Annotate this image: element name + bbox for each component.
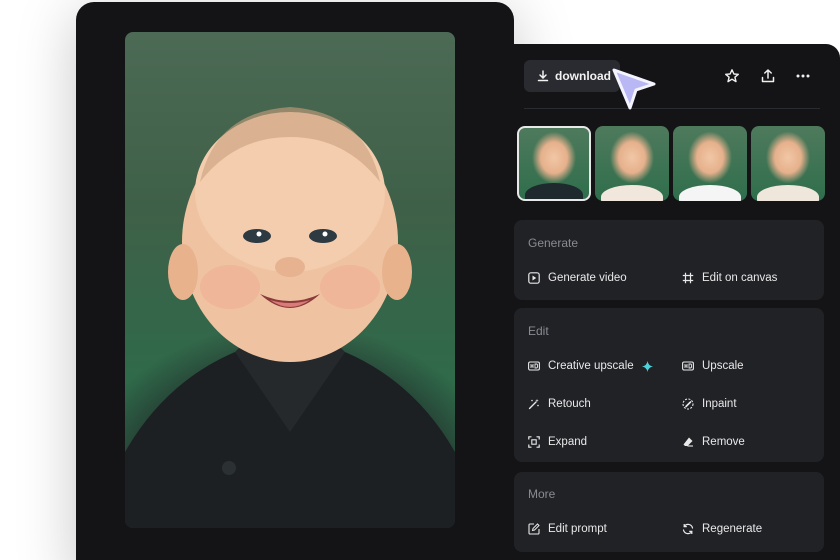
edit-on-canvas-label: Edit on canvas	[702, 272, 778, 284]
retouch-button[interactable]: Retouch	[528, 396, 591, 412]
creative-upscale-button[interactable]: Creative upscale	[528, 358, 653, 374]
star-icon[interactable]	[722, 66, 742, 86]
remove-label: Remove	[702, 436, 745, 448]
download-button[interactable]: download	[524, 60, 620, 92]
retouch-label: Retouch	[548, 398, 591, 410]
sparkle-icon	[641, 360, 653, 372]
edit-prompt-label: Edit prompt	[548, 523, 607, 535]
upscale-label: Upscale	[702, 360, 744, 372]
actions-panel: download Generate Generate video Edit on…	[514, 44, 840, 560]
creative-upscale-label: Creative upscale	[548, 360, 634, 372]
section-title-generate: Generate	[528, 236, 579, 250]
edit-prompt-button[interactable]: Edit prompt	[528, 521, 607, 537]
expand-button[interactable]: Expand	[528, 434, 587, 450]
upscale-button[interactable]: Upscale	[682, 358, 744, 374]
magic-wand-icon	[528, 398, 540, 410]
inpaint-brush-icon	[682, 398, 694, 410]
generate-video-button[interactable]: Generate video	[528, 270, 627, 286]
toolbar-divider	[524, 108, 820, 109]
hd-icon	[682, 360, 694, 372]
thumbnail-2[interactable]	[595, 126, 669, 201]
expand-icon	[528, 436, 540, 448]
thumbnail-1[interactable]	[517, 126, 591, 201]
remove-button[interactable]: Remove	[682, 434, 745, 450]
thumbnail-4[interactable]	[751, 126, 825, 201]
inpaint-label: Inpaint	[702, 398, 737, 410]
hd-plus-icon	[528, 360, 540, 372]
panel-toolbar: download	[524, 60, 822, 92]
pointer-cursor-icon	[610, 66, 658, 119]
generate-section: Generate Generate video Edit on canvas	[514, 220, 824, 300]
regenerate-label: Regenerate	[702, 523, 763, 535]
download-icon	[537, 70, 549, 82]
thumbnail-3[interactable]	[673, 126, 747, 201]
share-icon[interactable]	[758, 66, 778, 86]
refresh-icon	[682, 523, 694, 535]
baby-portrait-illustration	[125, 107, 455, 528]
eraser-icon	[682, 436, 694, 448]
more-icon[interactable]	[793, 66, 813, 86]
edit-on-canvas-button[interactable]: Edit on canvas	[682, 270, 777, 286]
regenerate-button[interactable]: Regenerate	[682, 521, 762, 537]
section-title-more: More	[528, 487, 556, 501]
inpaint-button[interactable]: Inpaint	[682, 396, 737, 412]
edit-section: Edit Creative upscale Upscale Retouch In…	[514, 308, 824, 462]
section-title-edit: Edit	[528, 324, 549, 338]
download-label: download	[555, 69, 611, 83]
generate-video-label: Generate video	[548, 272, 627, 284]
expand-label: Expand	[548, 436, 588, 448]
play-icon	[528, 272, 540, 284]
canvas-icon	[682, 272, 694, 284]
more-section: More Edit prompt Regenerate	[514, 472, 824, 552]
variation-thumbnails	[517, 126, 827, 202]
edit-prompt-icon	[528, 523, 540, 535]
app-stage: download Generate Generate video Edit on…	[0, 0, 840, 560]
generated-image[interactable]	[125, 32, 455, 528]
